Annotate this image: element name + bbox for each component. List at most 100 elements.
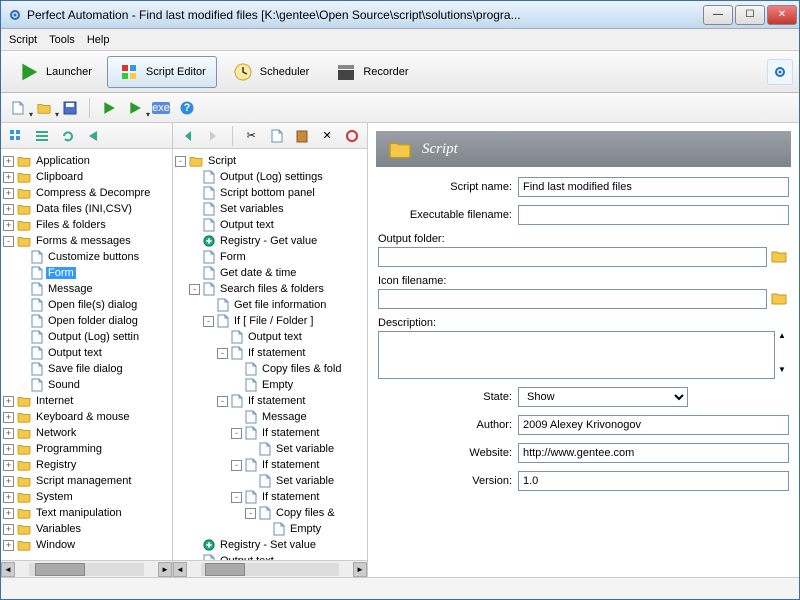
tree-item[interactable]: Get date & time — [175, 265, 365, 281]
disable-icon[interactable] — [342, 125, 363, 147]
input-output-folder[interactable] — [378, 247, 767, 267]
input-icon-filename[interactable] — [378, 289, 767, 309]
tree-item[interactable]: Open file(s) dialog — [3, 297, 170, 313]
insert-icon[interactable] — [83, 125, 105, 147]
exe-button[interactable]: exe — [150, 97, 172, 119]
tree-item[interactable]: +Network — [3, 425, 170, 441]
script-tree[interactable]: -ScriptOutput (Log) settingsScript botto… — [173, 149, 367, 560]
mode-recorder[interactable]: Recorder — [324, 56, 419, 88]
tree-item[interactable]: +System — [3, 489, 170, 505]
mode-script-editor[interactable]: Script Editor — [107, 56, 217, 88]
expand-icon[interactable]: + — [3, 444, 14, 455]
refresh-icon[interactable] — [57, 125, 79, 147]
tree-item[interactable]: -If statement — [175, 425, 365, 441]
tree-item[interactable]: -Forms & messages — [3, 233, 170, 249]
run-button[interactable] — [98, 97, 120, 119]
tree-item[interactable]: -Script — [175, 153, 365, 169]
expand-icon[interactable]: - — [231, 428, 242, 439]
tree-item[interactable]: Customize buttons — [3, 249, 170, 265]
expand-icon[interactable]: + — [3, 460, 14, 471]
tree-item[interactable]: Set variable — [175, 441, 365, 457]
tree-item[interactable]: Output text — [175, 553, 365, 560]
open-button[interactable] — [33, 97, 55, 119]
input-script-name[interactable] — [518, 177, 789, 197]
tree-item[interactable]: Get file information — [175, 297, 365, 313]
tree-item[interactable]: -If [ File / Folder ] — [175, 313, 365, 329]
expand-icon[interactable]: + — [3, 476, 14, 487]
tree-item[interactable]: Copy files & fold — [175, 361, 365, 377]
expand-icon[interactable]: + — [3, 508, 14, 519]
tree-item[interactable]: Form — [3, 265, 170, 281]
paste-icon[interactable] — [291, 125, 312, 147]
tree-item[interactable]: Set variables — [175, 201, 365, 217]
tree-item[interactable]: +Script management — [3, 473, 170, 489]
settings-button[interactable] — [767, 59, 793, 85]
tree-item[interactable]: +Programming — [3, 441, 170, 457]
tree-item[interactable]: +Text manipulation — [3, 505, 170, 521]
input-description[interactable] — [378, 331, 775, 379]
tree-item[interactable]: +Files & folders — [3, 217, 170, 233]
list-icon[interactable] — [31, 125, 53, 147]
nav-fwd-icon[interactable] — [202, 125, 223, 147]
maximize-button[interactable]: ☐ — [735, 5, 765, 25]
help-button[interactable]: ? — [176, 97, 198, 119]
tree-item[interactable]: Registry - Get value — [175, 233, 365, 249]
expand-icon[interactable]: - — [217, 348, 228, 359]
input-exe-filename[interactable] — [518, 205, 789, 225]
menu-script[interactable]: Script — [9, 34, 37, 46]
tree-item[interactable]: +Clipboard — [3, 169, 170, 185]
tree-item[interactable]: -If statement — [175, 457, 365, 473]
menu-help[interactable]: Help — [87, 34, 110, 46]
tree-item[interactable]: +Application — [3, 153, 170, 169]
tree-item[interactable]: Output (Log) settings — [175, 169, 365, 185]
tree-item[interactable]: Message — [175, 409, 365, 425]
tree-item[interactable]: Open folder dialog — [3, 313, 170, 329]
tree-item[interactable]: +Keyboard & mouse — [3, 409, 170, 425]
expand-icon[interactable]: - — [245, 508, 256, 519]
commands-tree[interactable]: +Application+Clipboard+Compress & Decomp… — [1, 149, 172, 560]
tree-item[interactable]: Save file dialog — [3, 361, 170, 377]
commands-hscroll[interactable]: ◄► — [1, 560, 172, 577]
tree-item[interactable]: +Internet — [3, 393, 170, 409]
tree-item[interactable]: +Window — [3, 537, 170, 553]
expand-icon[interactable]: - — [217, 396, 228, 407]
expand-icon[interactable]: + — [3, 412, 14, 423]
tree-item[interactable]: Script bottom panel — [175, 185, 365, 201]
mode-scheduler[interactable]: Scheduler — [221, 56, 321, 88]
tree-item[interactable]: -Copy files & — [175, 505, 365, 521]
new-button[interactable] — [7, 97, 29, 119]
expand-icon[interactable]: + — [3, 220, 14, 231]
expand-icon[interactable]: + — [3, 156, 14, 167]
tree-item[interactable]: Output text — [175, 217, 365, 233]
tree-item[interactable]: +Compress & Decompre — [3, 185, 170, 201]
copy-icon[interactable] — [266, 125, 287, 147]
tree-item[interactable]: Output text — [175, 329, 365, 345]
grid-icon[interactable] — [5, 125, 27, 147]
script-hscroll[interactable]: ◄► — [173, 560, 367, 577]
expand-icon[interactable]: + — [3, 204, 14, 215]
select-state[interactable]: Show — [518, 387, 688, 407]
tree-item[interactable]: -If statement — [175, 345, 365, 361]
input-website[interactable] — [518, 443, 789, 463]
tree-item[interactable]: -If statement — [175, 489, 365, 505]
input-author[interactable] — [518, 415, 789, 435]
save-button[interactable] — [59, 97, 81, 119]
expand-icon[interactable]: - — [3, 236, 14, 247]
tree-item[interactable]: Output text — [3, 345, 170, 361]
browse-icon-filename[interactable] — [771, 291, 789, 307]
mode-launcher[interactable]: Launcher — [7, 56, 103, 88]
tree-item[interactable]: Registry - Set value — [175, 537, 365, 553]
expand-icon[interactable]: - — [175, 156, 186, 167]
expand-icon[interactable]: + — [3, 524, 14, 535]
expand-icon[interactable]: + — [3, 188, 14, 199]
menu-tools[interactable]: Tools — [49, 34, 75, 46]
expand-icon[interactable]: - — [231, 460, 242, 471]
input-version[interactable] — [518, 471, 789, 491]
expand-icon[interactable]: + — [3, 428, 14, 439]
tree-item[interactable]: Empty — [175, 377, 365, 393]
minimize-button[interactable]: — — [703, 5, 733, 25]
tree-item[interactable]: +Registry — [3, 457, 170, 473]
tree-item[interactable]: -If statement — [175, 393, 365, 409]
expand-icon[interactable]: + — [3, 172, 14, 183]
tree-item[interactable]: Output (Log) settin — [3, 329, 170, 345]
